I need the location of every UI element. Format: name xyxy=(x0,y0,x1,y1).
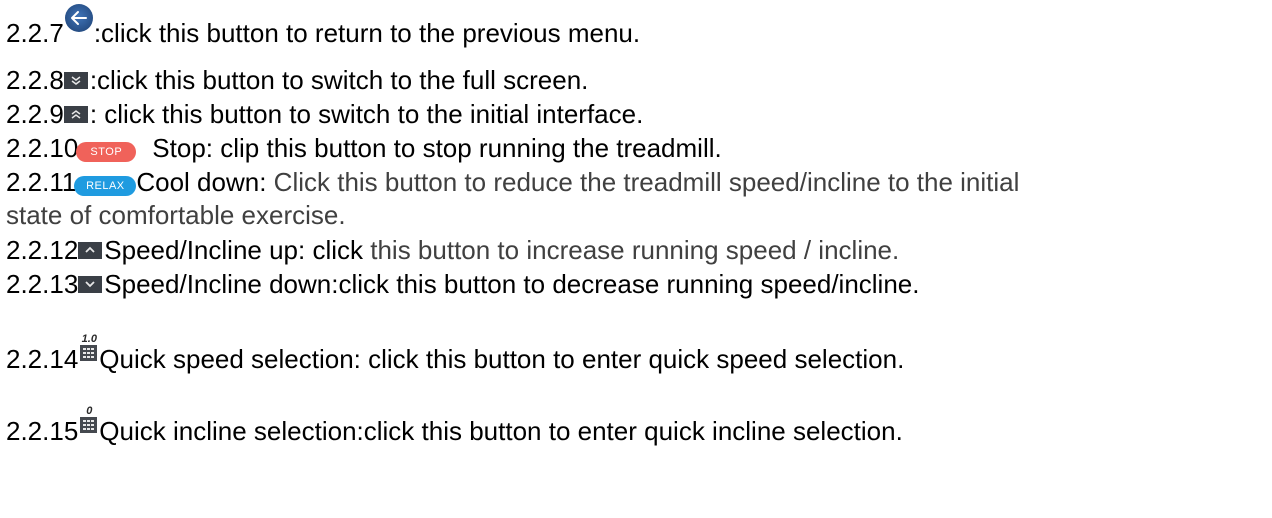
item-2-2-8: 2.2.8 :click this button to switch to the… xyxy=(6,65,588,95)
stop-button-icon: STOP xyxy=(76,142,137,162)
item-text: :click this button to return to the prev… xyxy=(93,18,641,48)
chevron-down-double-icon xyxy=(63,72,88,89)
item-number: 2.2.12 xyxy=(6,235,79,265)
item-2-2-12: 2.2.12 Speed/Incline up: click this butto… xyxy=(6,235,899,265)
item-number: 2.2.14 xyxy=(6,344,79,374)
item-2-2-11-continuation: state of comfortable exercise. xyxy=(6,200,346,230)
item-number: 2.2.9 xyxy=(6,99,64,129)
item-2-2-7: 2.2.7 :click this button to return to the… xyxy=(6,4,640,48)
keypad-grid-icon xyxy=(80,345,98,361)
chevron-up-double-icon xyxy=(63,106,88,123)
item-number: 2.2.8 xyxy=(6,65,64,95)
item-text: : click this button to switch to the ini… xyxy=(89,99,644,129)
quick-speed-icon: 1.0km/h xyxy=(78,333,98,368)
item-text-lead: Speed/Incline up: click xyxy=(104,235,364,265)
item-text: Quick speed selection: click this button… xyxy=(99,344,905,374)
item-text-lead: Cool down: xyxy=(136,167,274,197)
item-2-2-15: 2.2.150%Quick incline selection:click th… xyxy=(6,405,903,446)
item-2-2-10: 2.2.10 STOP Stop: clip this button to stop… xyxy=(6,133,722,163)
relax-button-icon: RELAX xyxy=(74,176,137,196)
chevron-up-icon xyxy=(78,242,103,259)
back-arrow-icon xyxy=(64,4,93,32)
item-2-2-13: 2.2.13 Speed/Incline down:click this butt… xyxy=(6,269,919,299)
keypad-grid-icon xyxy=(80,417,98,433)
item-2-2-11: 2.2.11 RELAX Cool down: Click this button … xyxy=(6,167,1019,197)
item-text: Quick incline selection:click this butto… xyxy=(99,416,903,446)
item-text-body: Click this button to reduce the treadmil… xyxy=(273,167,1020,197)
item-2-2-14: 2.2.141.0km/hQuick speed selection: clic… xyxy=(6,333,905,374)
item-text: :click this button to switch to the full… xyxy=(89,65,589,95)
item-number: 2.2.15 xyxy=(6,416,79,446)
item-2-2-9: 2.2.9 : click this button to switch to th… xyxy=(6,99,643,129)
quick-incline-icon: 0% xyxy=(78,405,98,440)
item-number: 2.2.7 xyxy=(6,18,64,48)
item-text: Speed/Incline down:click this button to … xyxy=(104,269,920,299)
item-number: 2.2.13 xyxy=(6,269,79,299)
item-text: Stop: clip this button to stop running t… xyxy=(152,133,722,163)
item-text-body: this button to increase running speed / … xyxy=(363,235,900,265)
item-number: 2.2.11 xyxy=(6,167,77,197)
chevron-down-icon xyxy=(78,276,103,293)
item-text-continued: state of comfortable exercise. xyxy=(6,200,346,230)
item-number: 2.2.10 xyxy=(6,133,79,163)
